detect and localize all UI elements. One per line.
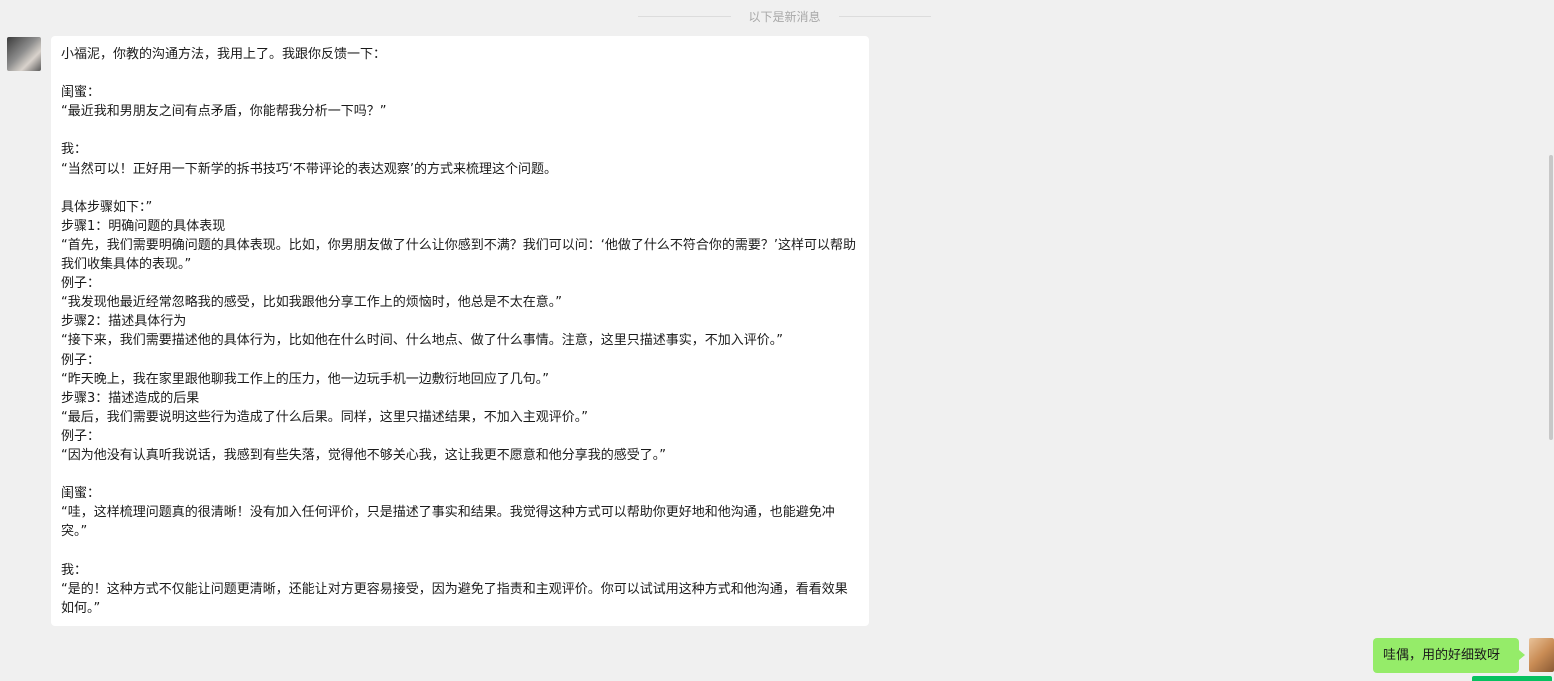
scrollbar-thumb[interactable] (1549, 155, 1553, 440)
new-messages-divider: 以下是新消息 (638, 7, 932, 25)
incoming-message-bubble[interactable]: 小福泥，你教的沟通方法，我用上了。我跟你反馈一下： 闺蜜： “最近我和男朋友之间… (51, 36, 869, 626)
bottom-green-element[interactable] (1472, 676, 1552, 681)
chat-message-area[interactable]: 以下是新消息 小福泥，你教的沟通方法，我用上了。我跟你反馈一下： 闺蜜： “最近… (0, 0, 1554, 681)
new-messages-label: 以下是新消息 (748, 9, 821, 24)
sender-avatar[interactable] (7, 37, 41, 71)
outgoing-message-bubble[interactable]: 哇偶，用的好细致呀 (1373, 638, 1525, 673)
divider-line-right (838, 15, 932, 17)
divider-line-left (638, 15, 731, 17)
